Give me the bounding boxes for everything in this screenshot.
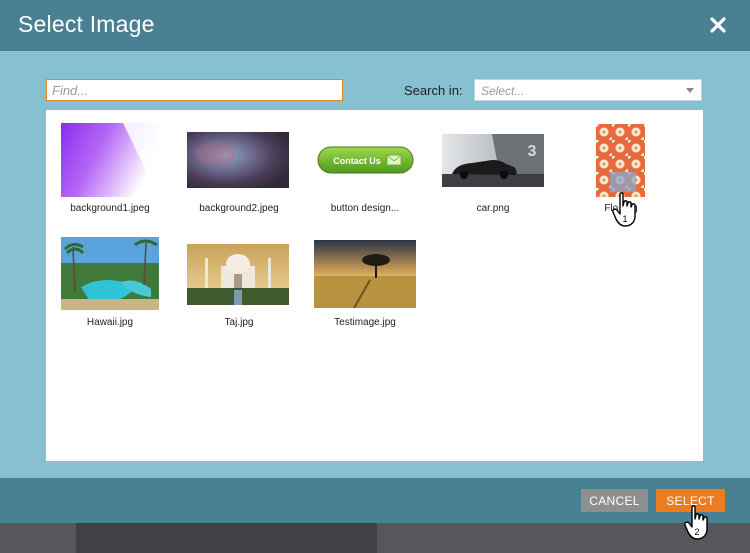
car-badge-number: 3 [528,143,537,160]
background-page-panel [76,523,377,553]
image-name: background1.jpeg [70,203,150,214]
image-thumbnail: 3 [442,134,544,187]
image-name: Hawaii.jpg [86,317,134,328]
image-thumbnail [187,132,289,188]
close-button[interactable] [706,13,730,37]
image-thumbnail [61,237,159,310]
image-tile-hawaii[interactable]: Hawaii.jpg [55,237,165,332]
background-page-strip [0,523,76,553]
chevron-down-icon [686,88,694,93]
image-name: Taj.jpg [224,317,254,328]
select-button[interactable]: SELECT [656,489,725,512]
image-tile-testimage[interactable]: Testimage.jpg [310,237,420,332]
image-tile-taj[interactable]: Taj.jpg [184,237,294,332]
image-tile-background1[interactable]: background1.jpeg [55,123,165,218]
image-tile-button-design[interactable]: Contact Us button design... [310,123,420,218]
image-tile-car[interactable]: 3 car.png [438,123,548,218]
image-name: Testimage.jpg [334,317,396,328]
image-tile-background2[interactable]: background2.jpeg [184,123,294,218]
image-name: button design... [330,203,400,214]
cancel-button[interactable]: CANCEL [581,489,648,512]
find-input[interactable] [46,79,343,101]
image-thumbnail [187,244,289,305]
close-icon [710,17,726,33]
image-gallery: background1.jpeg background2.jpeg Contac… [46,110,703,461]
dialog-title: Select Image [18,11,155,37]
select-image-dialog: Select Image Search in: Select... [0,0,750,523]
image-thumbnail [61,123,159,197]
image-thumbnail [596,124,645,197]
search-in-select[interactable]: Select... [474,79,702,101]
image-name: background2.jpeg [199,203,279,214]
image-thumbnail: Contact Us [317,145,415,175]
background-page-strip [377,523,750,553]
image-thumbnail [314,240,416,308]
image-name: car.png [476,203,510,214]
button-design-text: Contact Us [333,156,381,166]
search-in-label: Search in: [404,83,463,98]
search-in-select-value: Select... [481,84,525,98]
image-tile-flowers[interactable]: Flo...ng [566,123,676,218]
dialog-title-bar: Select Image [0,0,750,51]
image-name: Flo...ng [604,203,638,214]
